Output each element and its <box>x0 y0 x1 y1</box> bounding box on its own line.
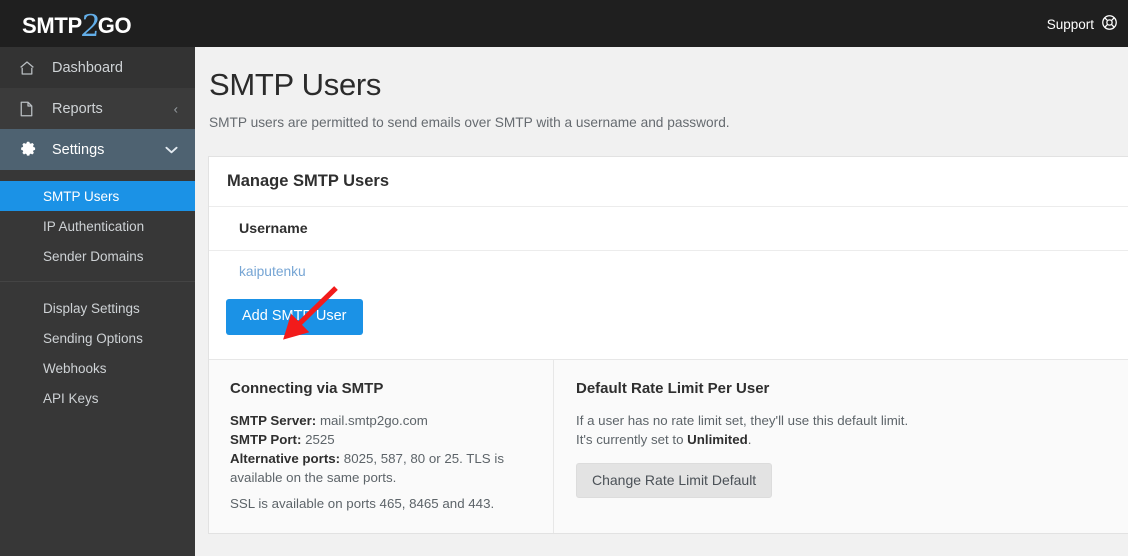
sidebar-item-ip-authentication-label: IP Authentication <box>43 218 145 234</box>
sidebar-item-webhooks-label: Webhooks <box>43 360 107 376</box>
sidebar: Dashboard Reports ‹ Settings SMTP Users … <box>0 47 195 556</box>
table-header: Username <box>209 207 1128 251</box>
submenu-spacer-top <box>0 170 195 181</box>
submenu-spacer-mid <box>0 282 195 293</box>
page-title: SMTP Users <box>209 67 382 102</box>
main-content: SMTP Users SMTP users are permitted to s… <box>195 47 1128 556</box>
top-bar: SMTP 2 GO Support <box>0 0 1128 47</box>
sidebar-item-settings-label: Settings <box>52 141 105 158</box>
document-icon <box>18 100 40 118</box>
alternative-ports-line: Alternative ports: 8025, 587, 80 or 25. … <box>230 449 533 487</box>
username-link[interactable]: kaiputenku <box>239 264 306 279</box>
sidebar-item-dashboard[interactable]: Dashboard <box>0 47 195 88</box>
smtp-server-label: SMTP Server: <box>230 412 317 428</box>
smtp-port-line: SMTP Port: 2525 <box>230 430 533 449</box>
logo-text-part2: 2 <box>79 9 102 44</box>
connecting-via-smtp-panel: Connecting via SMTP SMTP Server: mail.sm… <box>209 359 554 533</box>
smtp2go-logo[interactable]: SMTP 2 GO <box>22 9 132 44</box>
lifebuoy-icon <box>1101 14 1118 34</box>
sidebar-item-ip-authentication[interactable]: IP Authentication <box>0 211 195 241</box>
sidebar-item-api-keys-label: API Keys <box>43 390 99 406</box>
rate-limit-desc-prefix: It's currently set to <box>576 431 688 447</box>
add-smtp-user-button[interactable]: Add SMTP User <box>226 299 363 335</box>
sidebar-item-webhooks[interactable]: Webhooks <box>0 353 195 383</box>
chevron-down-icon <box>165 142 178 157</box>
submenu-divider <box>0 271 195 282</box>
sidebar-item-sending-options-label: Sending Options <box>43 330 143 346</box>
table-row: kaiputenku <box>209 251 1128 291</box>
default-rate-limit-panel: Default Rate Limit Per User If a user ha… <box>554 360 1128 533</box>
smtp-server-value: mail.smtp2go.com <box>319 412 428 428</box>
sidebar-item-settings[interactable]: Settings <box>0 129 195 170</box>
gear-icon <box>18 140 40 159</box>
smtp-server-line: SMTP Server: mail.smtp2go.com <box>230 411 533 430</box>
app-root: SMTP 2 GO Support Dashboard Reports ‹ Se… <box>0 0 1128 556</box>
chevron-left-icon: ‹ <box>173 101 178 116</box>
sidebar-item-sender-domains-label: Sender Domains <box>43 248 144 264</box>
add-button-wrapper: Add SMTP User <box>209 291 1128 359</box>
rate-limit-desc-line2: It's currently set to Unlimited. <box>576 430 1128 449</box>
sidebar-item-dashboard-label: Dashboard <box>52 59 123 76</box>
manage-smtp-users-card: Manage SMTP Users Username kaiputenku Ad… <box>208 156 1128 534</box>
logo-text-part1: SMTP <box>22 13 82 38</box>
default-rate-limit-title: Default Rate Limit Per User <box>576 379 770 397</box>
rate-limit-desc-line1: If a user has no rate limit set, they'll… <box>576 412 909 428</box>
sidebar-item-smtp-users-label: SMTP Users <box>43 188 120 204</box>
support-label: Support <box>1046 16 1094 32</box>
column-header-username: Username <box>239 220 308 237</box>
ssl-ports-line: SSL is available on ports 465, 8465 and … <box>230 495 495 511</box>
rate-limit-desc-suffix: . <box>747 431 752 447</box>
sidebar-item-display-settings-label: Display Settings <box>43 300 140 316</box>
logo-text-part3: GO <box>97 13 132 38</box>
sidebar-item-display-settings[interactable]: Display Settings <box>0 293 195 323</box>
card-heading: Manage SMTP Users <box>209 157 1128 207</box>
smtp-port-label: SMTP Port: <box>230 431 302 447</box>
sidebar-item-sending-options[interactable]: Sending Options <box>0 323 195 353</box>
page-subtitle: SMTP users are permitted to send emails … <box>209 115 730 130</box>
home-icon <box>18 59 40 77</box>
sidebar-submenu-settings: SMTP Users IP Authentication Sender Doma… <box>0 170 195 413</box>
alternative-ports-label: Alternative ports: <box>230 450 341 466</box>
rate-limit-current-value: Unlimited <box>687 431 748 447</box>
support-link[interactable]: Support <box>1047 14 1118 34</box>
sidebar-item-sender-domains[interactable]: Sender Domains <box>0 241 195 271</box>
change-rate-limit-default-button[interactable]: Change Rate Limit Default <box>576 462 773 498</box>
connecting-via-smtp-title: Connecting via SMTP <box>230 379 384 397</box>
sidebar-item-smtp-users[interactable]: SMTP Users <box>0 181 195 211</box>
sidebar-item-api-keys[interactable]: API Keys <box>0 383 195 413</box>
card-footer: Connecting via SMTP SMTP Server: mail.sm… <box>209 358 1128 533</box>
sidebar-item-reports-label: Reports <box>52 100 103 117</box>
sidebar-item-reports[interactable]: Reports ‹ <box>0 88 195 129</box>
smtp-port-value: 2525 <box>305 431 335 447</box>
